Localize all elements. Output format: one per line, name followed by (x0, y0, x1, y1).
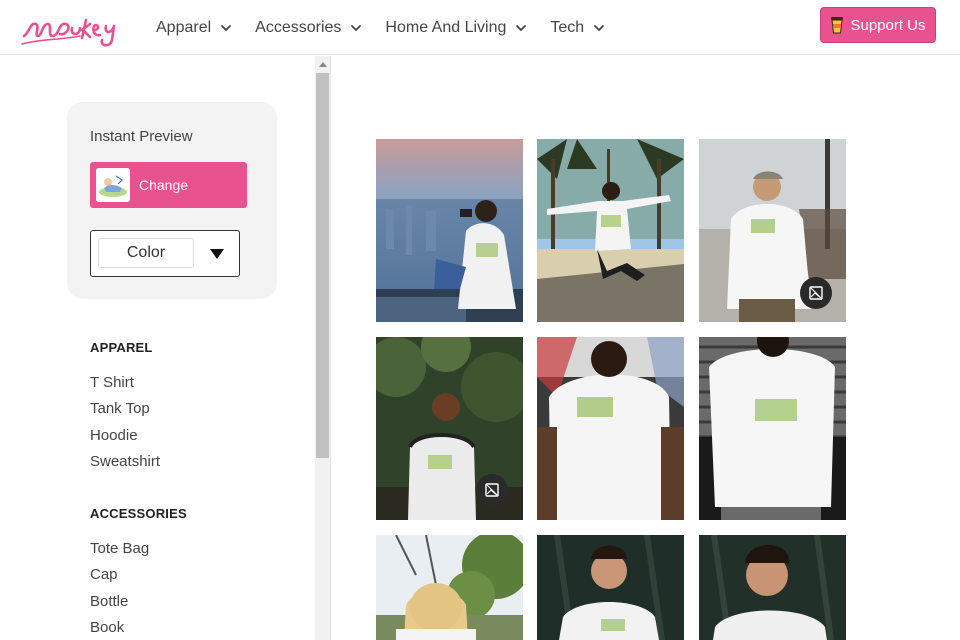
link-tote-bag[interactable]: Tote Bag (90, 540, 149, 557)
sidebar-scrollbar[interactable] (315, 56, 331, 640)
main-nav: Apparel Accessories Home And Living Tech (156, 0, 628, 55)
image-badge[interactable] (476, 474, 508, 506)
change-label: Change (139, 177, 189, 193)
nav-accessories[interactable]: Accessories (255, 19, 363, 37)
nav-label: Apparel (156, 18, 212, 36)
link-bottle[interactable]: Bottle (90, 593, 128, 610)
nav-tech[interactable]: Tech (550, 19, 606, 37)
chevron-down-icon (351, 24, 362, 31)
link-book[interactable]: Book (90, 619, 124, 636)
mockup-tile[interactable] (699, 535, 846, 640)
chevron-down-icon (516, 24, 527, 31)
category-heading-accessories: ACCESSORIES (90, 506, 187, 521)
nav-label: Home And Living (385, 18, 507, 36)
category-heading-apparel: APPAREL (90, 340, 153, 355)
image-badge[interactable] (800, 277, 832, 309)
scrollbar-thumb[interactable] (316, 73, 329, 458)
link-sweatshirt[interactable]: Sweatshirt (90, 453, 160, 470)
caret-down-icon (210, 249, 224, 259)
top-header: Apparel Accessories Home And Living Tech… (0, 0, 960, 55)
mockup-image (699, 337, 846, 520)
coffee-cup-icon (831, 17, 844, 34)
support-us-label: Support Us (850, 16, 926, 34)
mockup-tile[interactable] (537, 337, 684, 520)
instant-preview-title: Instant Preview (90, 128, 193, 145)
image-gallery-icon (809, 286, 823, 300)
mockup-tile[interactable] (376, 337, 523, 520)
scroll-up-arrow-icon[interactable] (319, 61, 327, 67)
mockup-tile[interactable] (699, 139, 846, 322)
chevron-down-icon (594, 24, 605, 31)
link-tank-top[interactable]: Tank Top (90, 400, 150, 417)
mockup-image (699, 535, 846, 640)
image-gallery-icon (485, 483, 499, 497)
nav-label: Accessories (255, 18, 342, 36)
mockup-tile[interactable] (537, 535, 684, 640)
mockup-tile[interactable] (376, 535, 523, 640)
link-cap[interactable]: Cap (90, 566, 118, 583)
nav-label: Tech (550, 18, 585, 36)
mockup-image (376, 139, 523, 322)
support-us-button[interactable]: Support Us (820, 7, 936, 43)
color-dropdown[interactable]: Color (90, 230, 240, 277)
mockup-tile[interactable] (699, 337, 846, 520)
mockup-tile[interactable] (376, 139, 523, 322)
mockup-image (537, 139, 684, 322)
change-design-button[interactable]: Change (90, 162, 247, 208)
chevron-down-icon (221, 24, 232, 31)
mockup-image (537, 535, 684, 640)
nav-home-and-living[interactable]: Home And Living (385, 19, 528, 37)
mockup-image (537, 337, 684, 520)
color-value: Color (98, 238, 194, 268)
link-t-shirt[interactable]: T Shirt (90, 374, 134, 391)
mockup-image (376, 535, 523, 640)
design-thumbnail (96, 168, 130, 202)
link-hoodie[interactable]: Hoodie (90, 427, 138, 444)
sidebar: Instant Preview Change Color APPAREL T S… (0, 56, 315, 640)
mockup-tile[interactable] (537, 139, 684, 322)
instant-preview-card: Instant Preview Change Color (67, 102, 277, 299)
nav-apparel[interactable]: Apparel (156, 19, 233, 37)
mockey-logo[interactable] (20, 6, 122, 50)
